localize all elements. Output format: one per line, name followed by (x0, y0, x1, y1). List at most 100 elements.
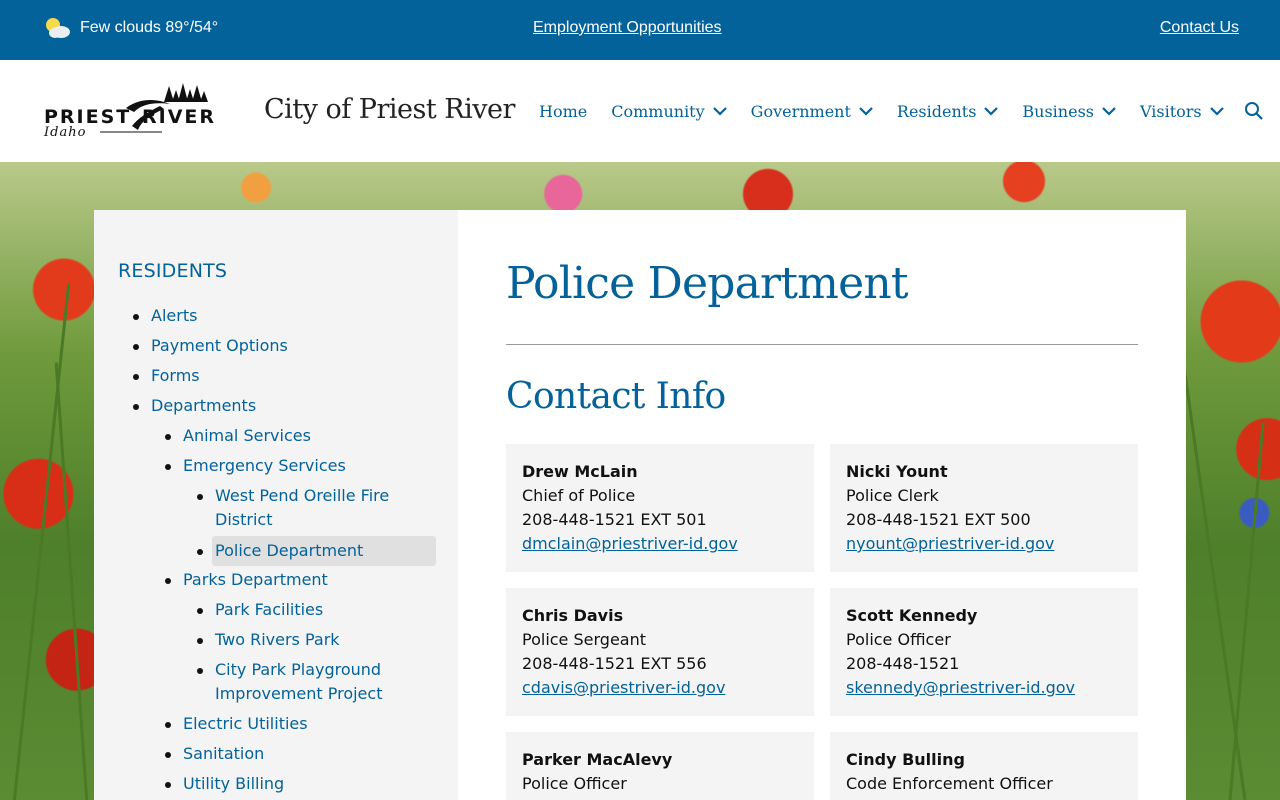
bullet (165, 578, 171, 584)
sidebar-item-park-facilities[interactable]: Park Facilities (197, 598, 324, 622)
nav-item-community[interactable]: Community (611, 101, 727, 121)
nav-item-label: Community (611, 101, 705, 121)
sidebar-item-utility-billing[interactable]: Utility Billing (165, 772, 285, 796)
nav-item-label: Visitors (1140, 101, 1202, 121)
site-header: PRIEST RIVER Idaho City of Priest River … (0, 60, 1280, 162)
sidebar-item-label: Electric Utilities (183, 714, 308, 733)
chevron-down-icon (1209, 107, 1224, 116)
sidebar-item-animal-services[interactable]: Animal Services (165, 424, 311, 448)
contact-card: Parker MacAlevy Police Officer (506, 732, 814, 800)
site-title[interactable]: City of Priest River (264, 94, 515, 125)
weather-widget: Few clouds 89°/54° (44, 16, 218, 40)
sidebar-item-label: Sanitation (183, 744, 265, 763)
sidebar-item-label: Parks Department (183, 570, 328, 589)
chevron-down-icon (859, 107, 873, 116)
contact-name: Drew McLain (522, 462, 638, 481)
nav-item-label: Government (750, 101, 851, 121)
nav-item-residents[interactable]: Residents (897, 102, 999, 121)
contact-email-link[interactable]: skennedy@priestriver-id.gov (846, 678, 1075, 697)
page-title: Police Department (506, 258, 909, 309)
sidebar-item-city-park-playground[interactable]: City Park Playground Improvement Project (197, 658, 382, 706)
sidebar-item-label: Emergency Services (183, 456, 346, 475)
sidebar-item-label: Utility Billing (183, 774, 285, 793)
top-utility-bar: Few clouds 89°/54° Employment Opportunit… (0, 0, 1280, 60)
contact-title: Police Officer (522, 774, 627, 793)
sidebar-item-label: Two Rivers Park (215, 630, 340, 649)
nav-item-label: Business (1022, 101, 1094, 121)
contact-phone: 208-448-1521 EXT 556 (522, 654, 707, 673)
sidebar-item-label: Police Department (215, 541, 364, 560)
bullet (165, 782, 171, 788)
contact-phone: 208-448-1521 EXT 500 (846, 510, 1031, 529)
flower-stem (1228, 422, 1265, 800)
contact-title: Police Sergeant (522, 630, 646, 649)
contact-name: Nicki Yount (846, 462, 948, 481)
bullet (133, 344, 139, 350)
sidebar-item-west-pend-oreille-fire-district[interactable]: West Pend Oreille Fire District (197, 484, 390, 532)
sidebar-item-label: City Park Playground (215, 660, 382, 679)
contact-card: Nicki Yount Police Clerk 208-448-1521 EX… (830, 444, 1138, 572)
sidebar-item-label: Animal Services (183, 426, 311, 445)
contact-name: Scott Kennedy (846, 606, 978, 625)
sidebar-item-departments[interactable]: Departments (133, 394, 257, 418)
contact-name: Chris Davis (522, 606, 624, 625)
bullet (165, 464, 171, 470)
bullet (197, 668, 203, 674)
nav-item-label: Residents (896, 101, 977, 121)
bullet (197, 638, 203, 644)
svg-text:RIVER: RIVER (142, 106, 216, 128)
sidebar-item-forms[interactable]: Forms (133, 364, 200, 388)
contact-email-link[interactable]: dmclain@priestriver-id.gov (522, 534, 738, 553)
sidebar-item-parks-department[interactable]: Parks Department (165, 568, 328, 592)
sidebar-item-label: Park Facilities (215, 600, 324, 619)
search-icon[interactable] (1244, 101, 1264, 121)
partly-cloudy-icon (44, 16, 72, 40)
contact-card: Chris Davis Police Sergeant 208-448-1521… (506, 588, 814, 716)
contact-email-link[interactable]: cdavis@priestriver-id.gov (522, 678, 725, 697)
nav-item-visitors[interactable]: Visitors (1140, 102, 1224, 121)
title-divider (506, 344, 1138, 345)
bullet (165, 752, 171, 758)
nav-item-label: Home (539, 101, 588, 121)
sidebar: RESIDENTS Alerts Payment Options Forms D… (94, 210, 458, 800)
nav-item-government[interactable]: Government (751, 102, 873, 121)
bullet (165, 434, 171, 440)
chevron-down-icon (984, 107, 999, 116)
site-logo[interactable]: PRIEST RIVER Idaho (42, 82, 220, 140)
contact-name: Parker MacAlevy (522, 750, 673, 769)
bullet (197, 549, 203, 555)
contact-us-link[interactable]: Contact Us (1160, 19, 1239, 37)
sidebar-item-payment-options[interactable]: Payment Options (133, 334, 288, 358)
sidebar-item-label: Alerts (151, 306, 198, 325)
contact-title: Police Clerk (846, 486, 939, 505)
chevron-down-icon (1102, 107, 1116, 116)
contact-card: Drew McLain Chief of Police 208-448-1521… (506, 444, 814, 572)
nav-item-business[interactable]: Business (1022, 102, 1116, 121)
bullet (133, 404, 139, 410)
sidebar-item-label: Payment Options (151, 336, 288, 355)
sidebar-item-sanitation[interactable]: Sanitation (165, 742, 265, 766)
contact-title: Code Enforcement Officer (846, 774, 1053, 793)
nav-item-home[interactable]: Home (539, 102, 587, 121)
sidebar-item-electric-utilities[interactable]: Electric Utilities (165, 712, 308, 736)
contact-phone: 208-448-1521 (846, 654, 960, 673)
contact-title: Chief of Police (522, 486, 636, 505)
sidebar-heading[interactable]: RESIDENTS (118, 260, 227, 282)
main-navigation: Home Community Government Residents Busi… (539, 101, 1264, 121)
sidebar-item-alerts[interactable]: Alerts (133, 304, 198, 328)
contact-name: Cindy Bulling (846, 750, 965, 769)
sidebar-item-emergency-services[interactable]: Emergency Services (165, 454, 346, 478)
sidebar-item-two-rivers-park[interactable]: Two Rivers Park (197, 628, 340, 652)
contact-email-link[interactable]: nyount@priestriver-id.gov (846, 534, 1054, 553)
svg-text:Idaho: Idaho (43, 125, 86, 140)
employment-opportunities-link[interactable]: Employment Opportunities (533, 19, 722, 37)
flower-stem (54, 362, 89, 800)
bullet (197, 494, 203, 500)
sidebar-item-label-line2: District (215, 510, 273, 529)
sidebar-item-label: Departments (151, 396, 257, 415)
weather-text: Few clouds 89°/54° (80, 19, 219, 36)
bullet (197, 608, 203, 614)
sidebar-item-label: West Pend Oreille Fire (215, 486, 390, 505)
sidebar-item-police-department[interactable]: Police Department (197, 536, 436, 566)
contact-title: Police Officer (846, 630, 951, 649)
